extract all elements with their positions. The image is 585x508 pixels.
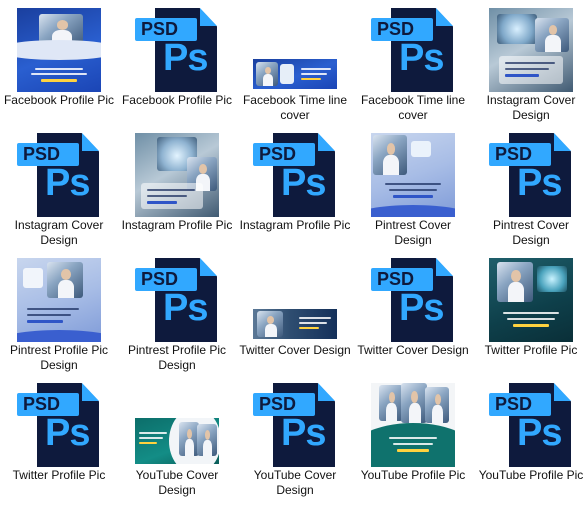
file-tile[interactable]: Instagram Cover Design [472, 0, 585, 125]
file-thumbnail[interactable]: Ps PSD [354, 250, 472, 342]
file-name: Facebook Profile Pic [3, 93, 115, 107]
file-thumbnail[interactable] [236, 250, 354, 342]
file-name: Instagram Profile Pic [239, 218, 351, 232]
file-name: Facebook Profile Pic [121, 93, 233, 107]
file-tile[interactable]: Ps PSD Facebook Time line cover [354, 0, 472, 125]
file-thumbnail[interactable] [0, 250, 118, 342]
youtube-profile-thumbnail [371, 383, 455, 467]
file-name: YouTube Cover Design [253, 468, 337, 497]
file-name: Instagram Profile Pic [121, 218, 233, 232]
file-thumbnail[interactable]: Ps PSD [118, 0, 236, 92]
file-name: Twitter Cover Design [239, 343, 351, 357]
file-name: Twitter Cover Design [357, 343, 469, 357]
file-tile[interactable]: Ps PSD Twitter Cover Design [354, 250, 472, 375]
file-name: Pintrest Cover Design [374, 218, 452, 247]
file-thumbnail[interactable]: Ps PSD [118, 250, 236, 342]
file-tile[interactable]: Ps PSD Twitter Profile Pic [0, 375, 118, 500]
file-tile[interactable]: Instagram Profile Pic [118, 125, 236, 250]
photoshop-file-icon: Ps PSD [371, 258, 455, 342]
file-thumbnail[interactable] [118, 375, 236, 467]
file-name: Twitter Profile Pic [12, 468, 106, 482]
file-grid: Facebook Profile Pic Ps PSD Facebook Pro… [0, 0, 585, 508]
pinterest-cover-thumbnail [371, 133, 455, 217]
photoshop-file-icon: Ps PSD [17, 383, 101, 467]
photoshop-file-icon: Ps PSD [489, 383, 573, 467]
photoshop-file-icon: Ps PSD [253, 133, 337, 217]
file-name: Pintrest Profile Pic Design [127, 343, 227, 372]
file-thumbnail[interactable] [354, 125, 472, 217]
twitter-cover-thumbnail [253, 309, 337, 339]
file-thumbnail[interactable]: Ps PSD [472, 125, 585, 217]
file-tile[interactable]: Ps PSD Pintrest Profile Pic Design [118, 250, 236, 375]
facebook-profile-thumbnail [17, 8, 101, 92]
photoshop-file-icon: Ps PSD [135, 258, 219, 342]
file-name: Twitter Profile Pic [484, 343, 578, 357]
twitter-profile-thumbnail [489, 258, 573, 342]
instagram-cover-thumbnail [489, 8, 573, 92]
file-tile[interactable]: YouTube Cover Design [118, 375, 236, 500]
pinterest-profile-thumbnail [17, 258, 101, 342]
file-tile[interactable]: Twitter Cover Design [236, 250, 354, 375]
instagram-profile-thumbnail [135, 133, 219, 217]
file-thumbnail[interactable] [0, 0, 118, 92]
file-tile[interactable]: Twitter Profile Pic [472, 250, 585, 375]
file-thumbnail[interactable] [354, 375, 472, 467]
file-name: YouTube Cover Design [135, 468, 219, 497]
file-thumbnail[interactable] [472, 0, 585, 92]
file-thumbnail[interactable] [236, 0, 354, 92]
file-name: YouTube Profile Pic [360, 468, 466, 482]
file-thumbnail[interactable]: Ps PSD [236, 375, 354, 467]
file-tile[interactable]: Ps PSD YouTube Profile Pic [472, 375, 585, 500]
file-thumbnail[interactable]: Ps PSD [236, 125, 354, 217]
photoshop-file-icon: Ps PSD [135, 8, 219, 92]
file-tile[interactable]: Ps PSD Instagram Cover Design [0, 125, 118, 250]
file-thumbnail[interactable]: Ps PSD [0, 375, 118, 467]
photoshop-file-icon: Ps PSD [253, 383, 337, 467]
facebook-timeline-thumbnail [253, 59, 337, 89]
photoshop-file-icon: Ps PSD [17, 133, 101, 217]
file-name: Facebook Time line cover [360, 93, 466, 122]
file-name: Instagram Cover Design [486, 93, 576, 122]
file-thumbnail[interactable]: Ps PSD [472, 375, 585, 467]
file-thumbnail[interactable]: Ps PSD [354, 0, 472, 92]
file-tile[interactable]: Facebook Profile Pic [0, 0, 118, 125]
file-tile[interactable]: Ps PSD Facebook Profile Pic [118, 0, 236, 125]
file-thumbnail[interactable]: Ps PSD [0, 125, 118, 217]
file-tile[interactable]: Ps PSD Instagram Profile Pic [236, 125, 354, 250]
file-tile[interactable]: Pintrest Profile Pic Design [0, 250, 118, 375]
photoshop-file-icon: Ps PSD [371, 8, 455, 92]
file-name: Pintrest Profile Pic Design [9, 343, 109, 372]
file-tile[interactable]: Facebook Time line cover [236, 0, 354, 125]
photoshop-file-icon: Ps PSD [489, 133, 573, 217]
file-tile[interactable]: Pintrest Cover Design [354, 125, 472, 250]
file-thumbnail[interactable] [472, 250, 585, 342]
file-thumbnail[interactable] [118, 125, 236, 217]
youtube-cover-thumbnail [135, 418, 219, 464]
file-tile[interactable]: Ps PSD YouTube Cover Design [236, 375, 354, 500]
file-name: Pintrest Cover Design [492, 218, 570, 247]
file-name: YouTube Profile Pic [478, 468, 584, 482]
file-tile[interactable]: YouTube Profile Pic [354, 375, 472, 500]
file-name: Facebook Time line cover [242, 93, 348, 122]
file-name: Instagram Cover Design [14, 218, 104, 247]
file-tile[interactable]: Ps PSD Pintrest Cover Design [472, 125, 585, 250]
